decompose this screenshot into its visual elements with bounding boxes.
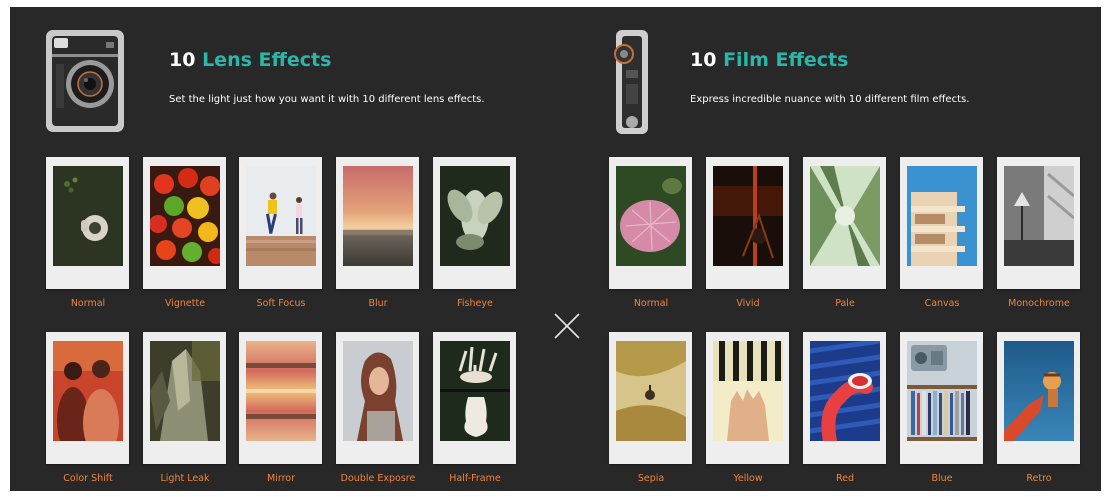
dark-panel: 10 Lens Effects Set the light just how y… <box>10 7 1101 491</box>
lens-card-half-frame <box>433 332 516 464</box>
lens-subtitle: Set the light just how you want it with … <box>169 94 485 105</box>
lens-label-double-exposure: Double Exposre <box>340 473 416 484</box>
lens-label-light-leak: Light Leak <box>160 473 210 484</box>
lens-photo-fisheye <box>440 166 510 266</box>
film-photo-retro <box>1004 341 1074 441</box>
lens-label-vignette: Vignette <box>164 298 206 309</box>
film-label-normal: Normal <box>633 298 669 309</box>
lens-label-mirror: Mirror <box>267 473 295 484</box>
lens-label-color-shift: Color Shift <box>63 473 113 484</box>
film-photo-red <box>810 341 880 441</box>
lens-card-normal <box>46 157 129 289</box>
film-effects-heading: 10 Film Effects <box>690 49 848 71</box>
film-photo-monochrome <box>1004 166 1074 266</box>
lens-label-blur: Blur <box>368 298 388 309</box>
film-count: 10 <box>690 49 717 71</box>
film-photo-vivid <box>713 166 783 266</box>
lens-photo-color-shift <box>53 341 123 441</box>
lens-card-fisheye <box>433 157 516 289</box>
lens-count: 10 <box>169 49 196 71</box>
lens-card-mirror <box>239 332 322 464</box>
lens-label-fisheye: Fisheye <box>457 298 493 309</box>
film-card-yellow <box>706 332 789 464</box>
film-label-retro: Retro <box>1026 473 1052 484</box>
film-card-blue <box>900 332 983 464</box>
lens-card-double-exposure <box>336 332 419 464</box>
lens-photo-light-leak <box>150 341 220 441</box>
film-label-pale: Pale <box>835 298 855 309</box>
film-label-blue: Blue <box>931 473 953 484</box>
lens-title: Lens Effects <box>202 49 332 71</box>
film-label-yellow: Yellow <box>733 473 763 484</box>
film-card-retro <box>997 332 1080 464</box>
lens-photo-mirror <box>246 341 316 441</box>
lens-effects-heading: 10 Lens Effects <box>169 49 331 71</box>
lens-card-blur <box>336 157 419 289</box>
film-card-canvas <box>900 157 983 289</box>
effects-showcase: 10 Lens Effects Set the light just how y… <box>0 0 1110 497</box>
film-photo-pale <box>810 166 880 266</box>
film-label-canvas: Canvas <box>924 298 960 309</box>
film-card-normal <box>609 157 692 289</box>
multiply-icon <box>554 313 580 339</box>
film-label-red: Red <box>835 473 855 484</box>
lens-photo-blur <box>343 166 413 266</box>
lens-label-half-frame: Half-Frame <box>449 473 501 484</box>
film-photo-canvas <box>907 166 977 266</box>
lens-label-soft-focus: Soft Focus <box>256 298 306 309</box>
film-photo-yellow <box>713 341 783 441</box>
lens-photo-vignette <box>150 166 220 266</box>
lens-photo-half-frame <box>440 341 510 441</box>
camera-side-image <box>614 30 648 134</box>
film-photo-sepia <box>616 341 686 441</box>
film-label-monochrome: Monochrome <box>1008 298 1070 309</box>
lens-label-normal: Normal <box>70 298 106 309</box>
film-card-red <box>803 332 886 464</box>
lens-photo-normal <box>53 166 123 266</box>
film-card-vivid <box>706 157 789 289</box>
lens-card-light-leak <box>143 332 226 464</box>
film-card-pale <box>803 157 886 289</box>
camera-front-image <box>46 30 124 132</box>
film-label-sepia: Sepia <box>637 473 665 484</box>
film-card-monochrome <box>997 157 1080 289</box>
lens-photo-double-exposure <box>343 341 413 441</box>
film-label-vivid: Vivid <box>736 298 760 309</box>
lens-card-color-shift <box>46 332 129 464</box>
film-card-sepia <box>609 332 692 464</box>
lens-card-soft-focus <box>239 157 322 289</box>
film-photo-normal <box>616 166 686 266</box>
lens-card-vignette <box>143 157 226 289</box>
film-subtitle: Express incredible nuance with 10 differ… <box>690 94 970 105</box>
lens-photo-soft-focus <box>246 166 316 266</box>
film-photo-blue <box>907 341 977 441</box>
film-title: Film Effects <box>723 49 849 71</box>
